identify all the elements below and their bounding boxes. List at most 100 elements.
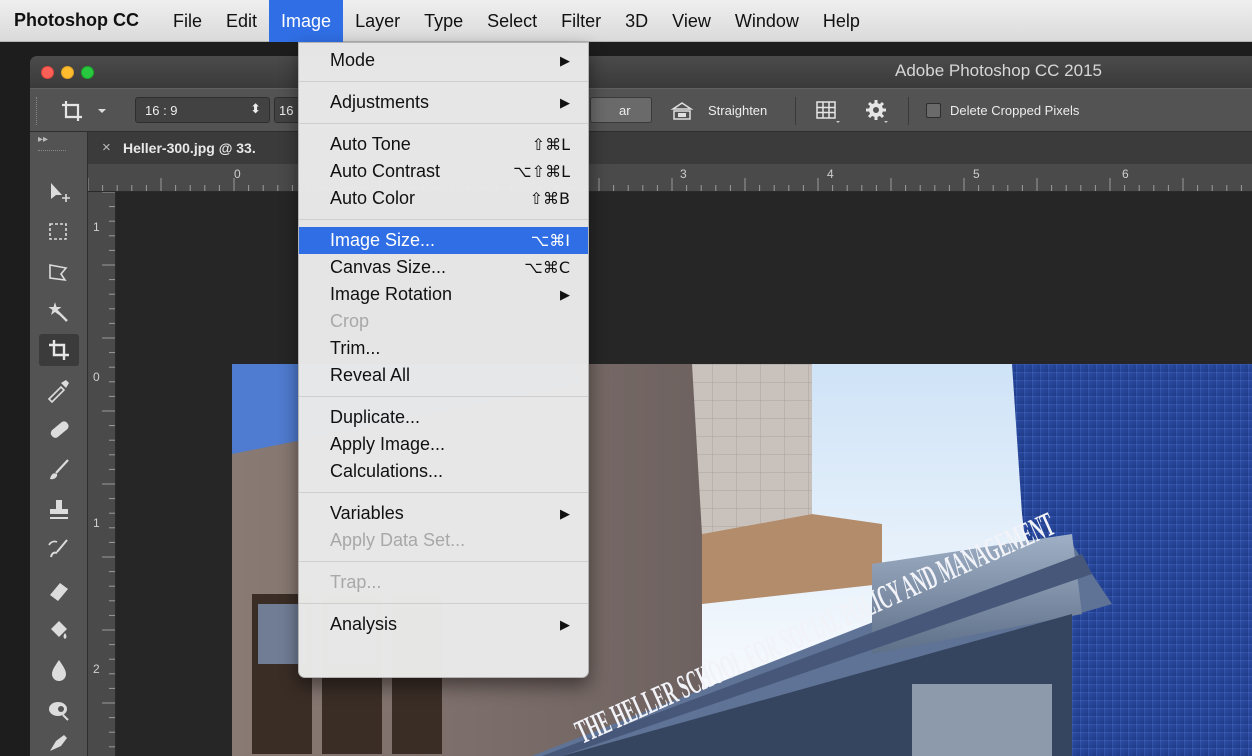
eraser-tool-icon[interactable] — [39, 574, 79, 606]
menu-item-label: Crop — [330, 311, 370, 331]
menu-item-canvas-size[interactable]: Canvas Size... ⌥⌘C — [299, 254, 588, 281]
menu-item-label: Calculations... — [330, 461, 444, 481]
menubar: Photoshop CC File Edit Image Layer Type … — [0, 0, 1252, 42]
straighten-icon[interactable] — [670, 99, 694, 123]
menu-item-label: Apply Image... — [330, 434, 446, 454]
menu-item-label: Auto Contrast — [330, 161, 441, 181]
image-menu-dropdown: Mode ▶ Adjustments ▶ Auto Tone ⇧⌘L Auto Contra… — [298, 42, 589, 678]
healing-brush-tool-icon[interactable] — [39, 414, 79, 446]
menu-item-label: Auto Tone — [330, 134, 411, 154]
move-tool-icon[interactable] — [39, 176, 79, 208]
zoom-window-button[interactable] — [81, 66, 94, 79]
menu-item-analysis[interactable]: Analysis ▶ — [299, 611, 588, 638]
menu-item-reveal-all[interactable]: Reveal All — [299, 362, 588, 389]
options-bar: 16 : 9 ⬍ 16 ar Straighten Delete Cropped… — [30, 88, 1252, 132]
menu-item-trim[interactable]: Trim... — [299, 335, 588, 362]
window-title: Adobe Photoshop CC 2015 — [895, 61, 1102, 80]
lasso-tool-icon[interactable] — [39, 256, 79, 288]
blur-tool-icon[interactable] — [39, 654, 79, 686]
clear-button[interactable]: ar — [590, 97, 652, 123]
clear-label: ar — [619, 103, 631, 118]
panel-grip[interactable] — [38, 150, 66, 153]
brush-tool-icon[interactable] — [39, 454, 79, 486]
submenu-arrow-icon: ▶ — [560, 95, 570, 110]
menu-item-calculations[interactable]: Calculations... — [299, 458, 588, 485]
menu-item-label: Analysis — [330, 614, 398, 634]
menu-item-label: Mode — [330, 50, 376, 70]
eyedropper-tool-icon[interactable] — [39, 374, 79, 406]
delete-cropped-checkbox[interactable] — [926, 103, 941, 118]
window-titlebar: Adobe Photoshop CC 2015 — [30, 56, 1252, 88]
menu-3d[interactable]: 3D — [613, 0, 660, 42]
menu-image[interactable]: Image — [269, 0, 344, 42]
menu-item-label: Trim... — [330, 338, 381, 358]
menu-item-label: Image Size... — [330, 230, 436, 250]
menu-item-mode[interactable]: Mode ▶ — [299, 47, 588, 74]
horizontal-ruler[interactable]: 0 3 4 5 6 — [88, 164, 1252, 192]
menu-item-auto-color[interactable]: Auto Color ⇧⌘B — [299, 185, 588, 212]
menu-view[interactable]: View — [660, 0, 723, 42]
menu-item-label: Adjustments — [330, 92, 430, 112]
menu-separator — [299, 561, 588, 562]
pen-tool-icon[interactable] — [39, 726, 79, 756]
menu-item-apply-image[interactable]: Apply Image... — [299, 431, 588, 458]
straighten-label[interactable]: Straighten — [708, 103, 767, 118]
menu-item-auto-contrast[interactable]: Auto Contrast ⌥⇧⌘L — [299, 158, 588, 185]
menu-separator — [299, 492, 588, 493]
menu-help[interactable]: Help — [811, 0, 872, 42]
select-stepper-icon: ⬍ — [250, 101, 261, 116]
menu-item-adjustments[interactable]: Adjustments ▶ — [299, 89, 588, 116]
grip-handle[interactable] — [36, 97, 39, 125]
crop-tool-preset-icon[interactable] — [58, 97, 110, 125]
menu-item-label: Variables — [330, 503, 404, 523]
shortcut-label: ⌥⌘I — [530, 231, 570, 250]
grid-overlay-icon[interactable] — [814, 97, 840, 125]
gear-icon[interactable] — [864, 97, 890, 125]
menu-item-label: Image Rotation — [330, 284, 453, 304]
canvas-area[interactable]: THE HELLER SCHOOL FOR SOCIAL POLICY AND … — [116, 192, 1252, 756]
menu-edit[interactable]: Edit — [214, 0, 269, 42]
ratio-select[interactable]: 16 : 9 ⬍ — [135, 97, 270, 123]
tools-panel: ▸▸ — [30, 132, 88, 756]
width-value: 16 — [279, 103, 294, 118]
menu-item-label: Duplicate... — [330, 407, 421, 427]
magic-wand-tool-icon[interactable] — [39, 296, 79, 328]
minimize-window-button[interactable] — [61, 66, 74, 79]
width-field[interactable]: 16 — [274, 97, 300, 123]
menu-file[interactable]: File — [161, 0, 214, 42]
collapse-panel-icon[interactable]: ▸▸ — [38, 134, 48, 145]
ruler-label: 0 — [93, 370, 100, 384]
submenu-arrow-icon: ▶ — [560, 617, 570, 632]
clone-stamp-tool-icon[interactable] — [39, 494, 79, 526]
shortcut-label: ⇧⌘L — [531, 135, 570, 154]
ruler-label: 2 — [93, 662, 100, 676]
close-document-icon[interactable]: × — [102, 139, 111, 156]
paint-bucket-tool-icon[interactable] — [39, 614, 79, 646]
menu-item-image-size[interactable]: Image Size... ⌥⌘I — [299, 227, 588, 254]
menu-item-label: Trap... — [330, 572, 382, 592]
vertical-ruler[interactable]: 1 0 1 2 — [88, 192, 116, 756]
document-tab-bar: × Heller-300.jpg @ 33. — [88, 132, 1252, 164]
menu-type[interactable]: Type — [412, 0, 475, 42]
marquee-tool-icon[interactable] — [39, 216, 79, 248]
history-brush-tool-icon[interactable] — [39, 534, 79, 566]
delete-cropped-label[interactable]: Delete Cropped Pixels — [950, 103, 1079, 118]
dodge-tool-icon[interactable] — [39, 694, 79, 726]
menu-item-auto-tone[interactable]: Auto Tone ⇧⌘L — [299, 131, 588, 158]
menu-filter[interactable]: Filter — [549, 0, 613, 42]
menu-window[interactable]: Window — [723, 0, 811, 42]
menu-item-variables[interactable]: Variables ▶ — [299, 500, 588, 527]
menu-item-image-rotation[interactable]: Image Rotation ▶ — [299, 281, 588, 308]
close-window-button[interactable] — [41, 66, 54, 79]
menu-separator — [299, 603, 588, 604]
ruler-label: 5 — [973, 167, 980, 181]
ruler-label: 1 — [93, 516, 100, 530]
app-menu[interactable]: Photoshop CC — [14, 10, 139, 31]
menu-select[interactable]: Select — [475, 0, 549, 42]
crop-tool-icon[interactable] — [39, 334, 79, 366]
ruler-label: 3 — [680, 167, 687, 181]
document-tab-title[interactable]: Heller-300.jpg @ 33. — [123, 140, 256, 156]
menu-item-apply-data-set: Apply Data Set... — [299, 527, 588, 554]
menu-layer[interactable]: Layer — [343, 0, 412, 42]
menu-item-duplicate[interactable]: Duplicate... — [299, 404, 588, 431]
